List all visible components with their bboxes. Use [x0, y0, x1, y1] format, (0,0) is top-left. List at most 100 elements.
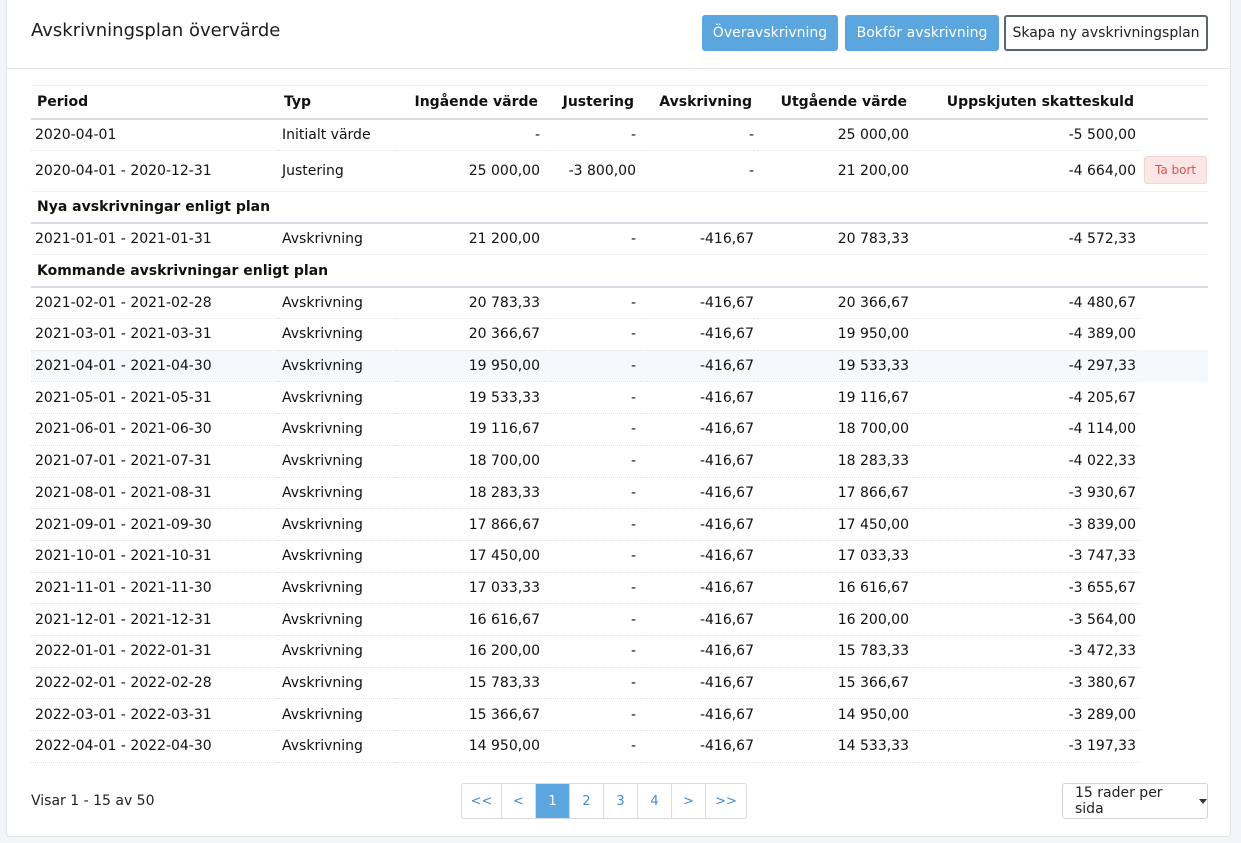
col-header-actions — [1140, 85, 1208, 120]
type-cell: Avskrivning — [278, 667, 396, 700]
deferred-tax-cell: -4 480,67 — [913, 286, 1140, 320]
page-title: Avskrivningsplan övervärde — [31, 20, 281, 41]
page-button-4[interactable]: 3 — [604, 784, 638, 818]
adjustment-cell: - — [544, 667, 640, 700]
depreciation-cell: -416,67 — [640, 286, 758, 320]
closing-value-cell: 20 783,33 — [758, 223, 913, 256]
type-cell: Avskrivning — [278, 223, 396, 256]
deferred-tax-cell: -3 380,67 — [913, 667, 1140, 700]
opening-value-cell: 15 783,33 — [396, 667, 544, 700]
type-cell: Avskrivning — [278, 477, 396, 510]
book-depreciation-button[interactable]: Bokför avskrivning — [845, 15, 999, 51]
period-cell: 2021-10-01 - 2021-10-31 — [31, 540, 278, 573]
period-cell: 2021-02-01 - 2021-02-28 — [31, 286, 278, 320]
depreciation-cell: -416,67 — [640, 572, 758, 605]
table-row: 2021-12-01 - 2021-12-31 Avskrivning 16 616… — [31, 603, 1208, 636]
closing-value-cell: 18 700,00 — [758, 413, 913, 446]
delete-adjustment-button[interactable]: Ta bort — [1144, 156, 1208, 185]
page-button-1[interactable]: < — [502, 784, 536, 818]
table-row: 2021-03-01 - 2021-03-31 Avskrivning 20 366… — [31, 318, 1208, 351]
col-header-closing-value: Utgående värde — [758, 85, 913, 120]
deferred-tax-cell: -4 114,00 — [913, 413, 1140, 446]
opening-value-cell: 19 950,00 — [396, 350, 544, 383]
depreciation-cell: - — [640, 118, 758, 151]
deferred-tax-cell: -4 022,33 — [913, 445, 1140, 478]
period-cell: 2021-05-01 - 2021-05-31 — [31, 381, 278, 415]
deferred-tax-cell: -5 500,00 — [913, 118, 1140, 151]
section-new-depreciations: Nya avskrivningar enligt plan — [31, 190, 1208, 225]
opening-value-cell: - — [396, 118, 544, 151]
deferred-tax-cell: -4 572,33 — [913, 223, 1140, 256]
pagination-summary: Visar 1 - 15 av 50 — [31, 793, 155, 809]
actions-cell — [1140, 604, 1208, 636]
adjustment-cell: - — [544, 381, 640, 415]
opening-value-cell: 17 450,00 — [396, 540, 544, 573]
table-row: 2022-02-01 - 2022-02-28 Avskrivning 15 783… — [31, 667, 1208, 700]
closing-value-cell: 19 533,33 — [758, 350, 913, 383]
depreciation-table: Period Typ Ingående värde Justering Avsk… — [31, 85, 1208, 763]
deferred-tax-cell: -4 297,33 — [913, 350, 1140, 383]
opening-value-cell: 17 866,67 — [396, 508, 544, 541]
caret-down-icon — [1199, 798, 1207, 804]
deferred-tax-cell: -4 205,67 — [913, 381, 1140, 415]
opening-value-cell: 20 366,67 — [396, 318, 544, 351]
opening-value-cell: 14 950,00 — [396, 730, 544, 763]
closing-value-cell: 14 950,00 — [758, 698, 913, 731]
table-row: 2021-08-01 - 2021-08-31 Avskrivning 18 283… — [31, 477, 1208, 510]
opening-value-cell: 15 366,67 — [396, 698, 544, 731]
actions-cell — [1140, 287, 1208, 319]
type-cell: Avskrivning — [278, 603, 396, 636]
deferred-tax-cell: -3 839,00 — [913, 508, 1140, 541]
page-button-0[interactable]: << — [462, 784, 502, 818]
deferred-tax-cell: -3 747,33 — [913, 540, 1140, 573]
type-cell: Avskrivning — [278, 698, 396, 731]
col-header-type: Typ — [278, 85, 396, 120]
depreciation-cell: -416,67 — [640, 445, 758, 478]
page-button-5[interactable]: 4 — [638, 784, 672, 818]
actions-cell — [1140, 667, 1208, 699]
opening-value-cell: 19 533,33 — [396, 381, 544, 415]
adjustment-cell: - — [544, 223, 640, 256]
closing-value-cell: 20 366,67 — [758, 286, 913, 320]
rows-per-page-select[interactable]: 15 rader per sida — [1062, 783, 1208, 819]
opening-value-cell: 16 200,00 — [396, 635, 544, 668]
closing-value-cell: 17 866,67 — [758, 477, 913, 510]
actions-cell — [1140, 350, 1208, 382]
col-header-depreciation: Avskrivning — [640, 85, 758, 120]
page-button-7[interactable]: >> — [706, 784, 746, 818]
adjustment-cell: - — [544, 508, 640, 541]
period-cell: 2021-04-01 - 2021-04-30 — [31, 350, 278, 383]
opening-value-cell: 21 200,00 — [396, 223, 544, 256]
section-heading: Nya avskrivningar enligt plan — [31, 190, 1208, 225]
opening-value-cell: 18 700,00 — [396, 445, 544, 478]
depreciation-cell: -416,67 — [640, 477, 758, 510]
table-row: 2021-09-01 - 2021-09-30 Avskrivning 17 866… — [31, 508, 1208, 541]
page-button-2[interactable]: 1 — [536, 784, 570, 818]
actions-cell — [1140, 119, 1208, 151]
adjustment-cell: - — [544, 698, 640, 731]
opening-value-cell: 16 616,67 — [396, 603, 544, 636]
table-row: 2022-03-01 - 2022-03-31 Avskrivning 15 366… — [31, 698, 1208, 731]
over-depreciation-button[interactable]: Överavskrivning — [702, 15, 838, 51]
actions-cell — [1140, 540, 1208, 572]
table-body: 2020-04-01 Initialt värde - - -25 000,00 -5 5… — [31, 118, 1208, 763]
page-button-3[interactable]: 2 — [570, 784, 604, 818]
adjustment-cell: -3 800,00 — [544, 150, 640, 192]
table-row: 2022-04-01 - 2022-04-30 Avskrivning 14 950… — [31, 730, 1208, 763]
type-cell: Avskrivning — [278, 381, 396, 415]
adjustment-cell: - — [544, 318, 640, 351]
section-upcoming-depreciations: Kommande avskrivningar enligt plan — [31, 254, 1208, 288]
create-plan-button[interactable]: Skapa ny avskrivningsplan — [1004, 15, 1208, 51]
page-button-6[interactable]: > — [672, 784, 706, 818]
rows-per-page-value: 15 rader per sida — [1075, 785, 1163, 817]
period-cell: 2020-04-01 - 2020-12-31 — [31, 150, 278, 192]
adjustment-cell: - — [544, 286, 640, 320]
table-row: 2022-01-01 - 2022-01-31 Avskrivning 16 200… — [31, 635, 1208, 668]
adjustment-cell: - — [544, 730, 640, 763]
depreciation-cell: -416,67 — [640, 318, 758, 351]
type-cell: Avskrivning — [278, 413, 396, 446]
closing-value-cell: 19 950,00 — [758, 318, 913, 351]
period-cell: 2021-03-01 - 2021-03-31 — [31, 318, 278, 351]
actions-cell — [1140, 414, 1208, 446]
closing-value-cell: 19 116,67 — [758, 381, 913, 415]
